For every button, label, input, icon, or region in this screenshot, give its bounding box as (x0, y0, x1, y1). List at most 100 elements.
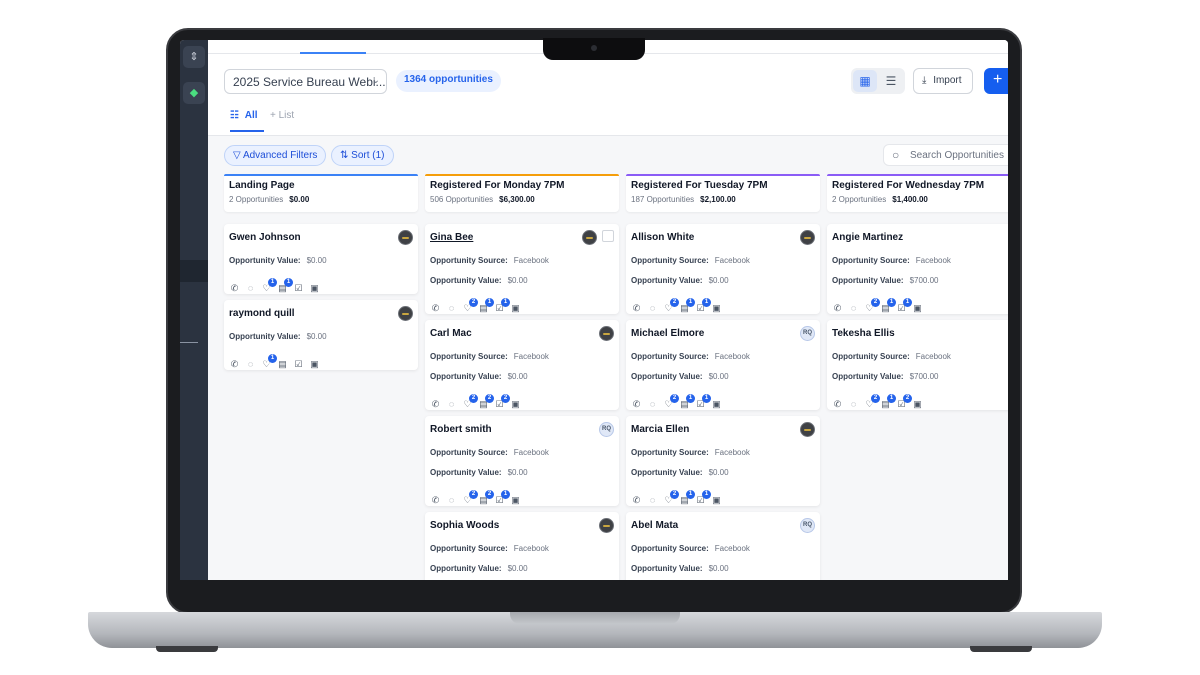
task-icon[interactable]: ☑ 2 (494, 394, 510, 410)
import-button[interactable]: ⤓ Import (913, 68, 973, 94)
contact-name[interactable]: Allison White (631, 232, 815, 243)
message-icon[interactable]: ◌ (848, 303, 859, 314)
message-icon[interactable]: ◌ (446, 399, 457, 410)
task-icon[interactable]: ☑ 1 (494, 490, 510, 506)
phone-icon[interactable]: ✆ (832, 303, 843, 314)
message-icon[interactable]: ◌ (446, 303, 457, 314)
opportunity-card[interactable]: raymond quill Opportunity Value: $0.00 ✆ ◌… (224, 300, 418, 370)
note-icon[interactable]: ▤ 1 (880, 394, 896, 410)
note-icon[interactable]: ▤ (277, 359, 288, 370)
contact-name[interactable]: Carl Mac (430, 328, 614, 339)
contact-name[interactable]: Angie Martinez (832, 232, 1008, 243)
message-icon[interactable]: ◌ (848, 399, 859, 410)
task-icon[interactable]: ☑ (293, 283, 304, 294)
tag-icon[interactable]: ♡ 2 (663, 298, 679, 314)
tag-icon[interactable]: ♡ 1 (261, 354, 277, 370)
tag-icon[interactable]: ♡ 1 (261, 278, 277, 294)
note-icon[interactable]: ▤ 2 (478, 394, 494, 410)
opportunity-card[interactable]: Angie Martinez Opportunity Source: Facebo… (827, 224, 1008, 314)
phone-icon[interactable]: ✆ (832, 399, 843, 410)
opportunity-card[interactable]: Michael Elmore RQ Opportunity Source: Fac… (626, 320, 820, 410)
opportunity-card[interactable]: Abel Mata RQ Opportunity Source: Facebook… (626, 512, 820, 580)
phone-icon[interactable]: ✆ (631, 303, 642, 314)
collapse-toggle-icon[interactable]: ⇕ (183, 46, 205, 68)
tag-icon[interactable]: ♡ 2 (462, 298, 478, 314)
opportunity-card[interactable]: Robert smith RQ Opportunity Source: Faceb… (425, 416, 619, 506)
opportunity-card[interactable]: Tekesha Ellis RQ Opportunity Source:Face… (827, 320, 1008, 410)
phone-icon[interactable]: ✆ (631, 495, 642, 506)
calendar-icon[interactable]: ▣ (510, 399, 521, 410)
phone-icon[interactable]: ✆ (229, 283, 240, 294)
tag-icon[interactable]: ♡ 2 (462, 394, 478, 410)
note-icon[interactable]: ▤ 1 (679, 490, 695, 506)
tag-icon[interactable]: ♡ 2 (864, 394, 880, 410)
message-icon[interactable]: ◌ (647, 303, 658, 314)
tab-all[interactable]: ☷ All (230, 110, 258, 121)
contact-name[interactable]: Marcia Ellen (631, 424, 815, 435)
sort-button[interactable]: ⇅ Sort (1) (331, 145, 394, 166)
task-icon[interactable]: ☑ 1 (896, 298, 912, 314)
tag-count-badge: 2 (670, 298, 679, 307)
contact-name[interactable]: Robert smith (430, 424, 614, 435)
note-icon[interactable]: ▤ 2 (478, 490, 494, 506)
pipeline-select[interactable]: 2025 Service Bureau Webi... ⌄ (224, 69, 387, 94)
message-icon[interactable]: ◌ (245, 359, 256, 370)
message-icon[interactable]: ◌ (446, 495, 457, 506)
calendar-icon[interactable]: ▣ (912, 399, 923, 410)
tag-icon[interactable]: ♡ 2 (663, 490, 679, 506)
calendar-icon[interactable]: ▣ (309, 359, 320, 370)
note-icon[interactable]: ▤ 1 (679, 298, 695, 314)
opportunity-card[interactable]: Allison White Opportunity Source: Faceboo… (626, 224, 820, 314)
task-icon[interactable]: ☑ 2 (896, 394, 912, 410)
select-checkbox[interactable] (602, 230, 614, 242)
task-icon[interactable]: ☑ 1 (695, 490, 711, 506)
note-icon[interactable]: ▤ 1 (679, 394, 695, 410)
note-icon[interactable]: ▤ 1 (478, 298, 494, 314)
calendar-icon[interactable]: ▣ (309, 283, 320, 294)
phone-icon[interactable]: ✆ (430, 303, 441, 314)
phone-icon[interactable]: ✆ (631, 399, 642, 410)
opportunity-card[interactable]: Marcia Ellen Opportunity Source: Facebook… (626, 416, 820, 506)
calendar-icon[interactable]: ▣ (510, 303, 521, 314)
opportunity-card[interactable]: Carl Mac Opportunity Source: Facebook Opp… (425, 320, 619, 410)
contact-name[interactable]: Tekesha Ellis (832, 328, 1008, 339)
phone-icon[interactable]: ✆ (430, 399, 441, 410)
calendar-icon[interactable]: ▣ (711, 303, 722, 314)
opportunity-card[interactable]: Gwen Johnson Opportunity Value: $0.00 ✆ ◌ ♡… (224, 224, 418, 294)
phone-icon[interactable]: ✆ (229, 359, 240, 370)
contact-name[interactable]: Sophia Woods (430, 520, 614, 531)
contact-name[interactable]: Abel Mata (631, 520, 815, 531)
grid-view-icon[interactable]: ▦ (853, 70, 877, 92)
task-icon[interactable]: ☑ (293, 359, 304, 370)
app-switch-icon[interactable]: ◆ (183, 82, 205, 104)
message-icon[interactable]: ◌ (647, 399, 658, 410)
task-icon[interactable]: ☑ 1 (695, 394, 711, 410)
calendar-icon[interactable]: ▣ (711, 399, 722, 410)
note-icon[interactable]: ▤ 1 (277, 278, 293, 294)
add-opportunity-button[interactable]: + (984, 68, 1008, 94)
phone-icon[interactable]: ✆ (430, 495, 441, 506)
calendar-icon[interactable]: ▣ (711, 495, 722, 506)
opportunity-card[interactable]: Gina Bee Opportunity Source: Facebook Opp… (425, 224, 619, 314)
sidebar-active-item[interactable] (180, 260, 208, 282)
tab-add-list[interactable]: + List (270, 110, 294, 121)
task-icon[interactable]: ☑ 1 (695, 298, 711, 314)
opportunity-card[interactable]: Sophia Woods Opportunity Source: Facebook… (425, 512, 619, 580)
chevron-down-icon: ⌄ (371, 75, 380, 86)
contact-name[interactable]: Gwen Johnson (229, 232, 413, 243)
tag-icon[interactable]: ♡ 2 (663, 394, 679, 410)
search-input[interactable]: ○ Search Opportunities (883, 144, 1008, 166)
task-icon[interactable]: ☑ 1 (494, 298, 510, 314)
note-icon[interactable]: ▤ 1 (880, 298, 896, 314)
contact-name[interactable]: Michael Elmore (631, 328, 815, 339)
tag-icon[interactable]: ♡ 2 (462, 490, 478, 506)
calendar-icon[interactable]: ▣ (912, 303, 923, 314)
opportunity-source-field: Opportunity Source: Facebook (832, 256, 1008, 265)
message-icon[interactable]: ◌ (245, 283, 256, 294)
advanced-filters-button[interactable]: ▽ Advanced Filters (224, 145, 327, 166)
message-icon[interactable]: ◌ (647, 495, 658, 506)
calendar-icon[interactable]: ▣ (510, 495, 521, 506)
tag-icon[interactable]: ♡ 2 (864, 298, 880, 314)
list-view-icon[interactable]: ☰ (879, 70, 903, 92)
contact-name[interactable]: raymond quill (229, 308, 413, 319)
